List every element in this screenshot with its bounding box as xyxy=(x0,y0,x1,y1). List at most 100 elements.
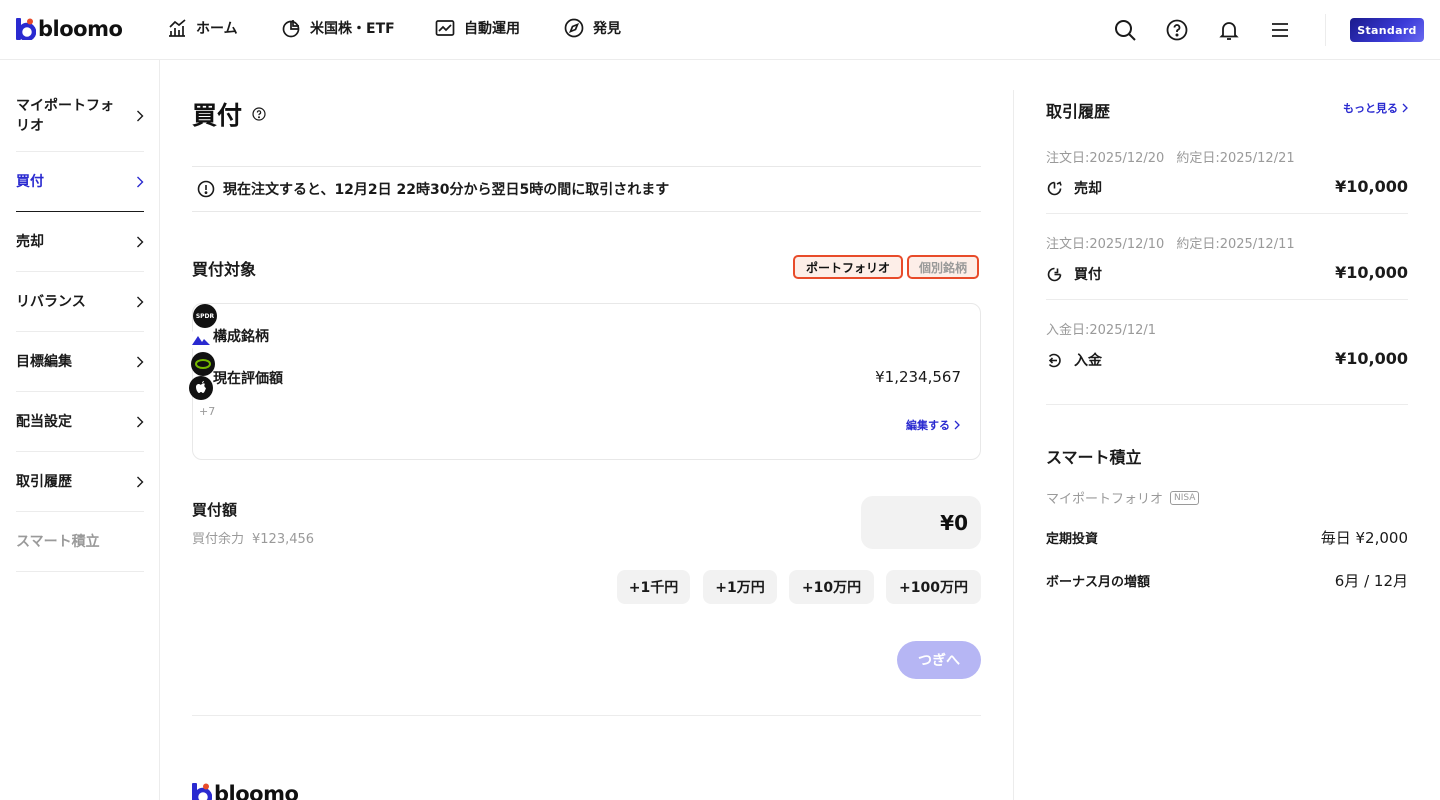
sidebar-item-label: 目標編集 xyxy=(16,353,72,370)
help-icon[interactable] xyxy=(252,107,266,121)
history-type-label: 売却 xyxy=(1074,181,1102,197)
holdings-icons: SPDR +7 xyxy=(189,304,980,419)
history-dates: 注文日:2025/12/20 約定日:2025/12/21 xyxy=(1046,147,1295,166)
apple-logo-icon xyxy=(189,376,213,400)
segment-portfolio[interactable]: ポートフォリオ xyxy=(793,255,903,279)
nav-auto-invest[interactable]: 自動運用 xyxy=(435,18,520,38)
footer-wordmark: bloomo xyxy=(214,782,299,800)
buy-icon xyxy=(1047,267,1062,281)
chevron-right-icon xyxy=(1402,103,1408,113)
sidebar-item-label: 取引履歴 xyxy=(16,473,72,490)
nisa-tag: NISA xyxy=(1170,490,1200,505)
history-amount: ¥10,000 xyxy=(1335,349,1408,368)
trade-history-title: 取引履歴 xyxy=(1046,102,1111,121)
page-title-text: 買付 xyxy=(192,101,243,130)
nav-discover[interactable]: 発見 xyxy=(564,18,621,38)
buying-power-label: 買付余力 xyxy=(192,532,245,547)
chevron-right-icon xyxy=(137,176,144,187)
sidebar-item-smart-savings: スマート積立 xyxy=(16,512,144,572)
add-1m-button[interactable]: +100万円 xyxy=(886,570,981,604)
current-value: ¥1,234,567 xyxy=(875,368,961,386)
buying-power: 買付余力 ¥123,456 xyxy=(192,528,314,547)
sidebar-item-sell[interactable]: 売却 xyxy=(16,212,144,272)
add-1k-button[interactable]: +1千円 xyxy=(617,570,690,604)
settle-date: 約定日:2025/12/21 xyxy=(1176,151,1295,166)
buy-target-title: 買付対象 xyxy=(192,260,257,279)
history-dates: 入金日:2025/12/1 xyxy=(1046,319,1156,338)
page-title: 買付 xyxy=(192,96,266,132)
sidebar-item-my-portfolio[interactable]: マイポートフォリオ xyxy=(16,80,144,152)
main-divider xyxy=(192,715,981,716)
nvidia-logo-icon xyxy=(191,352,215,376)
history-item[interactable]: 注文日:2025/12/10 約定日:2025/12/11 買付 ¥10,000 xyxy=(1046,214,1408,300)
nav-home[interactable]: ホーム xyxy=(167,18,238,38)
sidebar-item-trade-history[interactable]: 取引履歴 xyxy=(16,452,144,512)
chevron-right-icon xyxy=(137,476,144,487)
order-notice-text: 現在注文すると、12月2日 22時30分から翌日5時の間に取引されます xyxy=(223,182,670,198)
see-more-label: もっと見る xyxy=(1343,102,1398,115)
order-notice: 現在注文すると、12月2日 22時30分から翌日5時の間に取引されます xyxy=(192,166,981,212)
history-type: 買付 xyxy=(1046,264,1102,284)
footer-logo: bloomo xyxy=(192,782,299,800)
pie-chart-icon xyxy=(282,20,300,38)
chevron-right-icon xyxy=(137,110,144,121)
bloomo-logo-mark xyxy=(192,783,212,800)
nav-home-label: ホーム xyxy=(196,21,238,37)
nav-us-stocks[interactable]: 米国株・ETF xyxy=(281,18,395,38)
nav-discover-label: 発見 xyxy=(593,21,621,37)
history-type-label: 買付 xyxy=(1074,267,1102,283)
order-date: 注文日:2025/12/10 xyxy=(1046,237,1165,252)
add-10k-button[interactable]: +1万円 xyxy=(703,570,777,604)
search-icon[interactable] xyxy=(1113,18,1137,42)
spdr-logo-icon: SPDR xyxy=(193,304,217,328)
nav-us-stocks-label: 米国株・ETF xyxy=(310,21,395,37)
history-item[interactable]: 注文日:2025/12/20 約定日:2025/12/21 売却 ¥10,000 xyxy=(1046,140,1408,214)
see-more-link[interactable]: もっと見る xyxy=(1343,100,1408,116)
help-icon[interactable] xyxy=(1165,18,1189,42)
chevron-right-icon xyxy=(954,420,960,430)
sidebar-item-rebalance[interactable]: リバランス xyxy=(16,272,144,332)
deposit-date: 入金日:2025/12/1 xyxy=(1046,323,1157,338)
buy-amount-input[interactable]: ¥0 xyxy=(861,496,981,549)
sidebar-item-edit-goal[interactable]: 目標編集 xyxy=(16,332,144,392)
buy-amount-title: 買付額 xyxy=(192,501,238,519)
sidebar-item-label: リバランス xyxy=(16,293,86,310)
history-amount: ¥10,000 xyxy=(1335,177,1408,196)
chevron-right-icon xyxy=(137,236,144,247)
add-100k-button[interactable]: +10万円 xyxy=(789,570,874,604)
sell-icon xyxy=(1047,180,1062,195)
portfolio-card: 構成銘柄 SPDR +7 現在評価額 ¥1,234,567 編集する xyxy=(189,303,981,460)
right-panel-divider xyxy=(1013,90,1014,800)
chevron-right-icon xyxy=(137,296,144,307)
next-button[interactable]: つぎへ xyxy=(897,641,981,679)
menu-icon[interactable] xyxy=(1268,18,1292,42)
order-date: 注文日:2025/12/20 xyxy=(1046,151,1165,166)
chevron-right-icon xyxy=(137,356,144,367)
history-type: 売却 xyxy=(1046,178,1102,198)
trend-icon xyxy=(435,20,455,36)
regular-investment-value: 毎日 ¥2,000 xyxy=(1320,529,1408,547)
sidebar-item-label: スマート積立 xyxy=(16,533,100,550)
deposit-icon xyxy=(1048,353,1061,367)
bell-icon[interactable] xyxy=(1217,18,1241,42)
sidebar-item-dividend-settings[interactable]: 配当設定 xyxy=(16,392,144,452)
sidebar-item-label: 売却 xyxy=(16,233,44,250)
sidebar-item-buy[interactable]: 買付 xyxy=(16,152,144,212)
bloomo-logo[interactable]: bloomo xyxy=(16,17,123,41)
logo-wordmark: bloomo xyxy=(38,17,123,41)
smart-portfolio-name: マイポートフォリオ xyxy=(1046,492,1164,507)
history-amount: ¥10,000 xyxy=(1335,263,1408,282)
compass-icon xyxy=(564,18,584,38)
history-type: 入金 xyxy=(1046,350,1102,370)
smart-savings-portfolio: マイポートフォリオ NISA xyxy=(1046,488,1200,507)
sidebar: マイポートフォリオ 買付 売却 リバランス 目標編集 配当設定 取引履歴 スマー… xyxy=(0,60,160,800)
history-item[interactable]: 入金日:2025/12/1 入金 ¥10,000 xyxy=(1046,300,1408,405)
edit-portfolio-link[interactable]: 編集する xyxy=(906,417,960,433)
alert-circle-icon xyxy=(197,180,215,198)
plan-badge[interactable]: Standard xyxy=(1350,18,1424,42)
edit-link-label: 編集する xyxy=(906,419,950,432)
history-dates: 注文日:2025/12/10 約定日:2025/12/11 xyxy=(1046,233,1295,252)
sidebar-item-label: 配当設定 xyxy=(16,413,72,430)
bonus-month-label: ボーナス月の増額 xyxy=(1046,575,1151,590)
segment-individual-stock[interactable]: 個別銘柄 xyxy=(907,255,979,279)
